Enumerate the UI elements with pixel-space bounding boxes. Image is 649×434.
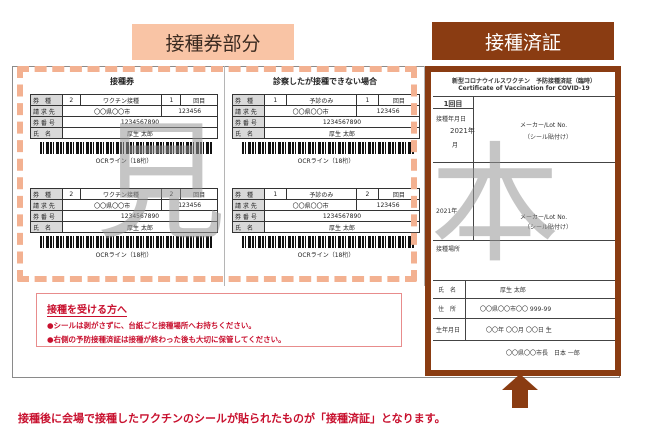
- name-label: 氏 名: [438, 287, 457, 294]
- notice-box: 接種を受ける方へ ●シールは剥がさずに、台紙ごと接種場所へお持ちください。 ●右…: [36, 293, 402, 347]
- ticket-section-label: 接種券部分: [132, 24, 294, 60]
- certificate-title: 新型コロナウイルスワクチン 予防接種済証（臨時）: [451, 78, 596, 85]
- notice-title: 接種を受ける方へ: [47, 301, 127, 317]
- issuer-label: 〇〇県〇〇市長 日本 一郎: [506, 350, 580, 357]
- name-value: 厚生 太郎: [500, 287, 526, 294]
- certificate-title-en: Certificate of Vaccination for COVID-19: [458, 85, 590, 92]
- certificate-section-label: 接種済証: [432, 22, 614, 60]
- address-value: 〇〇県〇〇市〇〇 999-99: [480, 306, 552, 313]
- birth-value: 〇〇年 〇〇月 〇〇日 生: [486, 327, 552, 334]
- address-label: 住 所: [438, 306, 457, 313]
- up-arrow-icon: [502, 374, 538, 408]
- maker-lot-label: メーカー/Lot No.: [520, 122, 568, 129]
- notice-line: ●シールは剥がさずに、台紙ごと接種場所へお持ちください。: [47, 321, 256, 330]
- notice-line: ●右側の予防接種済証は接種が終わった後も大切に保管してください。: [47, 335, 286, 344]
- footer-note: 接種後に会場で接種したワクチンのシールが貼られたものが「接種済証」となります。: [18, 412, 446, 425]
- watermark-char: 見: [96, 107, 227, 259]
- birth-label: 生年月日: [436, 327, 461, 334]
- date-label: 接種年月日: [436, 116, 467, 123]
- watermark-char: 本: [430, 129, 561, 281]
